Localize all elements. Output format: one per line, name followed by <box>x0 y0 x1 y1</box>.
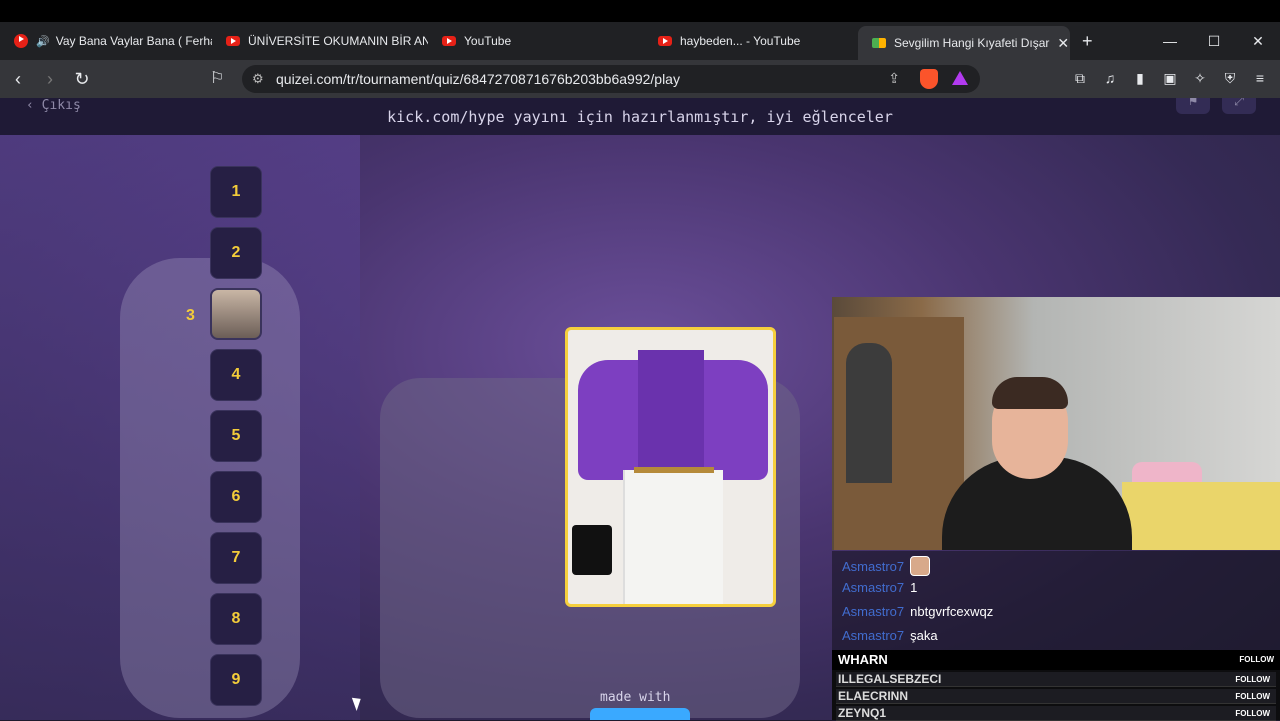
follow-alerts: WHARN FOLLOW ILLEGALSEBZECI FOLLOW ELAEC… <box>832 650 1280 721</box>
tab-haybeden[interactable]: haybeden... - YouTube <box>644 26 858 56</box>
fullscreen-icon[interactable]: ⤢ <box>1222 98 1256 114</box>
bracket-slot-9[interactable]: 9 <box>210 654 262 706</box>
bracket-slot-8[interactable]: 8 <box>210 593 262 645</box>
follow-name: ILLEGALSEBZECI <box>838 672 942 686</box>
new-tab-button[interactable]: + <box>1082 31 1093 52</box>
chat-username: Asmastro7 <box>842 580 905 595</box>
bracket-slot-2[interactable]: 2 <box>210 227 262 279</box>
chat-message: Asmastro7 şaka <box>842 628 938 643</box>
url-text[interactable]: quizei.com/tr/tournament/quiz/6847270871… <box>276 71 680 87</box>
tab-universite[interactable]: ÜNİVERSİTE OKUMANIN BİR ANL <box>212 26 428 56</box>
tab-title: YouTube <box>464 34 512 48</box>
outfit-image <box>623 470 723 604</box>
forward-arrow-icon[interactable]: › <box>36 65 64 93</box>
top-black-strip <box>0 0 1280 22</box>
tab-title: ÜNİVERSİTE OKUMANIN BİR ANL <box>248 34 428 48</box>
quizei-logo[interactable] <box>590 708 690 720</box>
tab-bar: 🔊 Vay Bana Vaylar Bana ( Ferhat ÜNİVERSİ… <box>0 22 1280 60</box>
leo-ai-icon[interactable]: ✧ <box>1188 64 1212 92</box>
bracket-slot-4[interactable]: 4 <box>210 349 262 401</box>
chat-username: Asmastro7 <box>842 628 905 643</box>
chat-message: Asmastro7 nbtgvrfcexwqz <box>842 604 993 619</box>
chat-username: Asmastro7 <box>842 558 905 574</box>
outfit-image <box>572 525 612 575</box>
follow-label: FOLLOW <box>1235 692 1270 701</box>
maximize-button[interactable]: ☐ <box>1192 22 1236 60</box>
webcam-overlay <box>832 297 1280 550</box>
bracket-slot-3-thumbnail[interactable] <box>210 288 262 340</box>
sidebar-icon[interactable]: ▮ <box>1128 64 1152 92</box>
window-controls: — ☐ ✕ <box>1148 22 1280 60</box>
chat-text: nbtgvrfcexwqz <box>910 604 994 619</box>
outfit-choice-card[interactable] <box>565 327 776 607</box>
follow-name: ZEYNQ1 <box>838 706 887 720</box>
bracket-slot-7[interactable]: 7 <box>210 532 262 584</box>
tab-vay-bana[interactable]: 🔊 Vay Bana Vaylar Bana ( Ferhat <box>0 26 212 56</box>
brave-rewards-icon[interactable] <box>952 71 968 85</box>
tab-title: Sevgilim Hangi Kıyafeti Dışar <box>894 36 1050 50</box>
site-info-icon[interactable]: ⚙ <box>252 71 264 87</box>
reload-icon[interactable]: ↻ <box>68 65 96 93</box>
follow-name: ELAECRINN <box>838 689 909 703</box>
outfit-image <box>634 467 714 473</box>
chat-text: şaka <box>910 628 938 643</box>
youtube-icon <box>442 36 456 46</box>
follow-label: FOLLOW <box>1235 675 1270 684</box>
follow-header-name: WHARN <box>838 652 888 667</box>
follow-item: ILLEGALSEBZECI FOLLOW <box>836 672 1276 687</box>
close-window-button[interactable]: ✕ <box>1236 22 1280 60</box>
follow-item: ELAECRINN FOLLOW <box>836 689 1276 704</box>
bracket-slot-5[interactable]: 5 <box>210 410 262 462</box>
brave-shields-icon[interactable] <box>920 69 938 89</box>
quiz-header: ‹ Çıkış kick.com/hype yayını için hazırl… <box>0 98 1280 135</box>
youtube-icon <box>226 36 240 46</box>
follow-label: FOLLOW <box>1235 709 1270 718</box>
made-with-label: made with <box>600 690 671 705</box>
chat-message: Asmastro7 <box>842 556 931 576</box>
youtube-icon <box>658 36 672 46</box>
outfit-image <box>638 350 704 470</box>
quiz-subtitle: kick.com/hype yayını için hazırlanmıştır… <box>387 108 893 126</box>
tab-sevgilim-active[interactable]: Sevgilim Hangi Kıyafeti Dışar ✕ <box>858 26 1070 60</box>
youtube-music-icon <box>14 34 28 48</box>
share-icon[interactable]: ⇪ <box>888 70 900 87</box>
speaker-icon[interactable]: 🔊 <box>36 35 50 48</box>
follow-header: WHARN FOLLOW <box>832 650 1280 670</box>
screenshot-icon[interactable]: ⧉ <box>1068 64 1092 92</box>
tab-close-icon[interactable]: ✕ <box>1049 35 1069 52</box>
chat-username: Asmastro7 <box>842 604 905 619</box>
chat-message: Asmastro7 1 <box>842 580 917 595</box>
back-arrow-icon[interactable]: ‹ <box>4 65 32 93</box>
chat-text: 1 <box>910 580 918 595</box>
menu-icon[interactable]: ≡ <box>1248 64 1272 92</box>
toolbar-icons: ⧉ ♫ ▮ ▣ ✧ ⛨ ≡ <box>1068 64 1272 92</box>
tab-title: Vay Bana Vaylar Bana ( Ferhat <box>55 34 212 48</box>
wallet-icon[interactable]: ▣ <box>1158 64 1182 92</box>
follow-item: ZEYNQ1 FOLLOW <box>836 706 1276 721</box>
minimize-button[interactable]: — <box>1148 22 1192 60</box>
current-slot-label: 3 <box>186 307 195 324</box>
webcam-image <box>992 377 1068 409</box>
flag-icon[interactable]: ⚑ <box>1176 98 1210 114</box>
webcam-image <box>846 343 892 483</box>
follow-label: FOLLOW <box>1239 655 1274 664</box>
vpn-shield-icon[interactable]: ⛨ <box>1218 64 1242 92</box>
tab-title: haybeden... - YouTube <box>680 34 801 48</box>
emote-icon <box>910 556 931 576</box>
chat-overlay: Asmastro7 Asmastro7 1 Asmastro7 nbtgvrfc… <box>832 551 1280 650</box>
bookmark-icon[interactable]: ⚐ <box>210 68 224 88</box>
webcam-image <box>1122 482 1280 550</box>
address-bar[interactable]: ⚙ quizei.com/tr/tournament/quiz/68472708… <box>242 65 980 93</box>
bracket-slot-1[interactable]: 1 <box>210 166 262 218</box>
bracket-slot-6[interactable]: 6 <box>210 471 262 523</box>
quizei-icon <box>872 38 886 48</box>
tab-youtube[interactable]: YouTube <box>428 26 644 56</box>
music-icon[interactable]: ♫ <box>1098 64 1122 92</box>
